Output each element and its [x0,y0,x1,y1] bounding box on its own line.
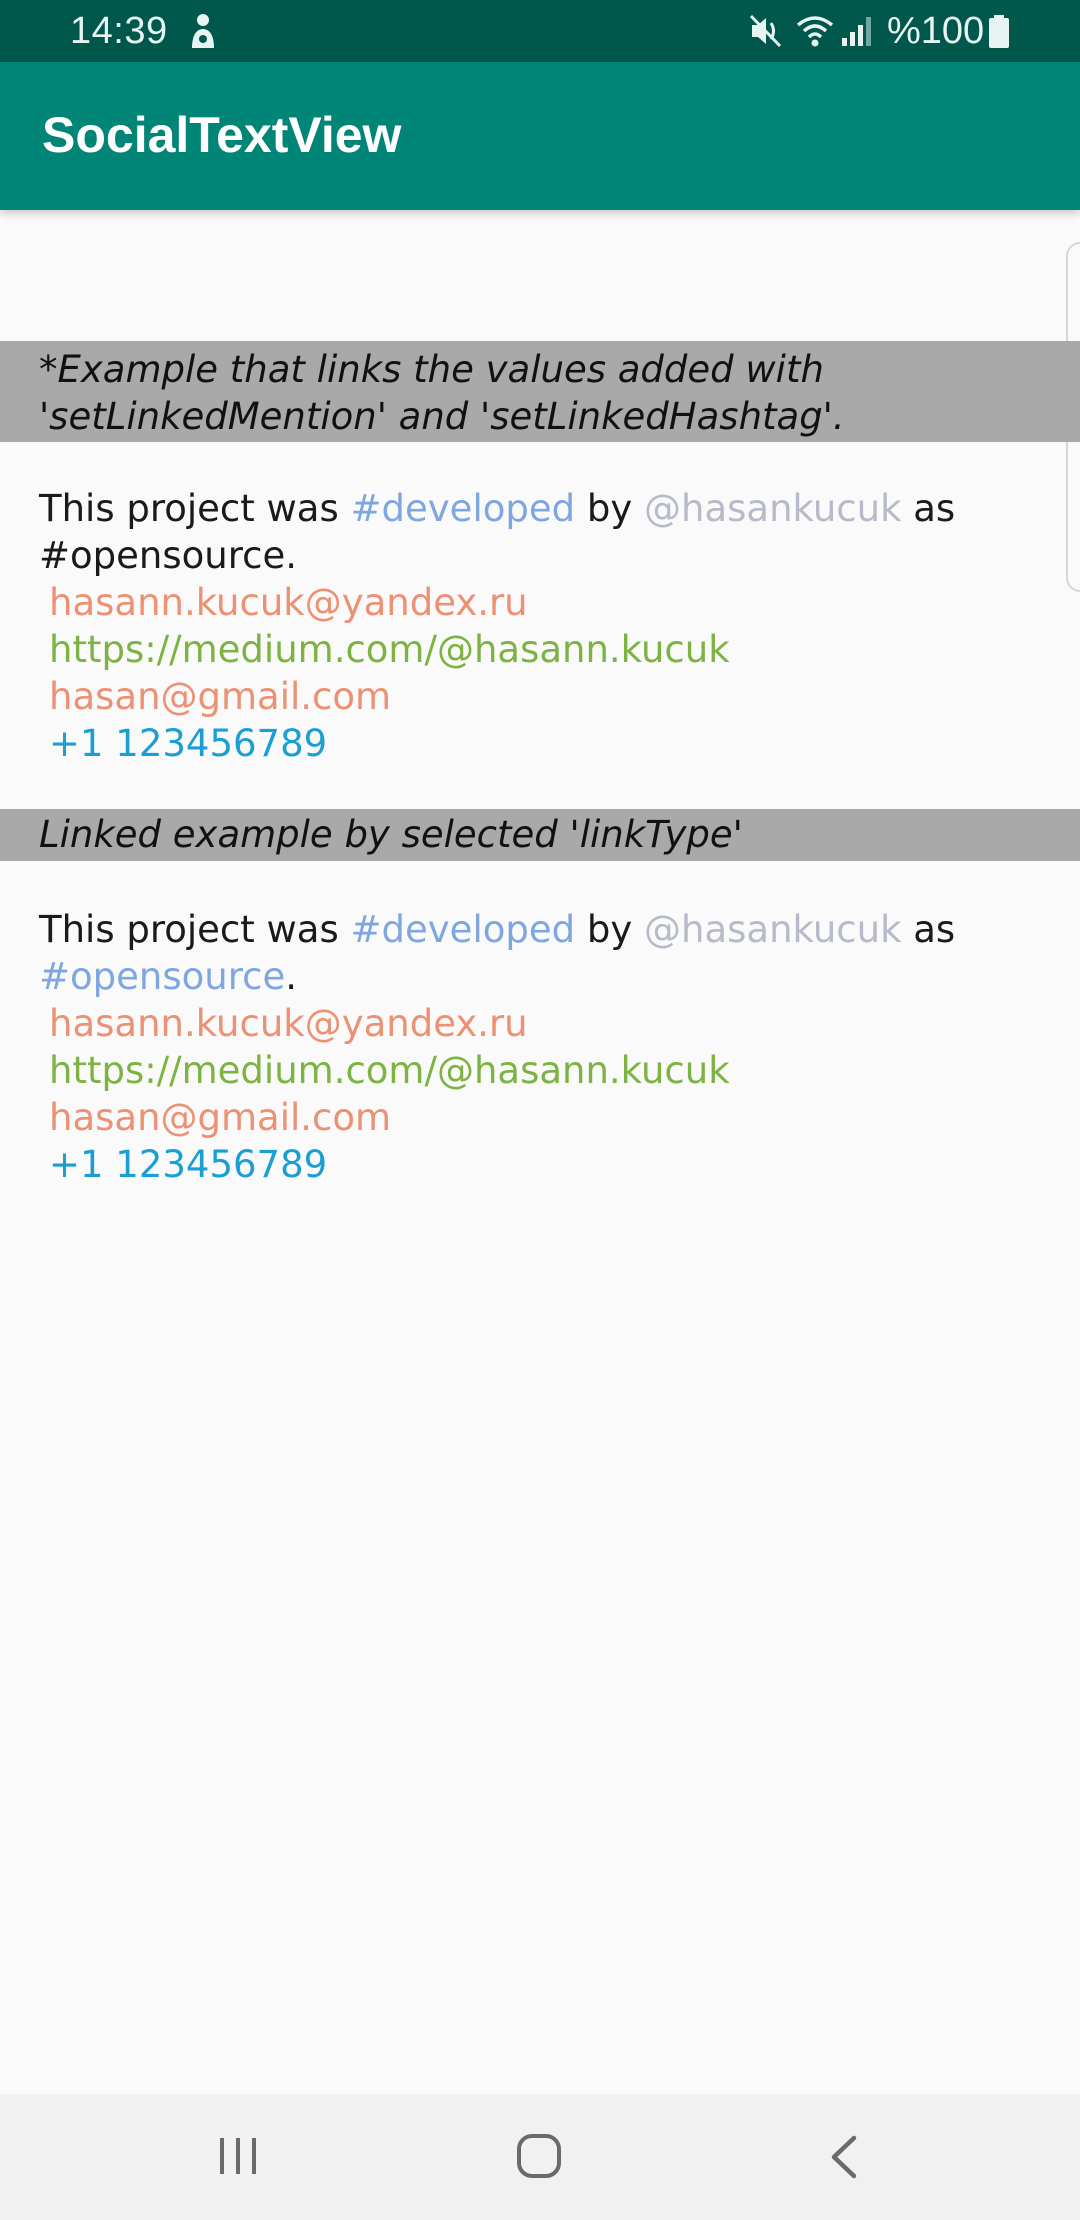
section-header-line: 'setLinkedMention' and 'setLinkedHashtag… [39,395,845,438]
person-icon [192,14,214,48]
home-icon[interactable] [515,2132,563,2180]
phone-link[interactable]: +1 123456789 [39,1141,1049,1188]
body-text: . [285,534,297,577]
main-content: *Example that links the values added wit… [0,210,1080,2094]
body-text: This project was [39,908,351,951]
phone-link[interactable]: +1 123456789 [39,720,1049,767]
section-header-link-type: Linked example by selected 'linkType' [0,809,1080,861]
status-bar: 14:39 %100 [0,0,1080,62]
navigation-bar [0,2094,1080,2220]
body-text: This project was [39,487,351,530]
battery-percent: %100 [887,10,985,52]
email-link[interactable]: hasann.kucuk@yandex.ru [39,579,1049,626]
body-text: as [901,908,956,951]
body-text: as [901,487,956,530]
email-link[interactable]: hasan@gmail.com [39,1094,1049,1141]
hashtag-link[interactable]: #developed [351,908,576,951]
signal-icon [842,17,871,46]
body-text: by [575,908,645,951]
body-text: . [285,955,297,998]
social-text-view-1: This project was #developed by @hasankuc… [39,485,1049,767]
section-header-line: Linked example by selected 'linkType' [39,813,743,856]
mention-link[interactable]: @hasankucuk [644,487,901,530]
battery-icon [989,15,1009,48]
wifi-icon [796,16,834,47]
hashtag-link[interactable]: #developed [351,487,576,530]
section-header-line: *Example that links the values added wit… [39,348,824,391]
app-title: SocialTextView [42,107,402,163]
email-link[interactable]: hasan@gmail.com [39,673,1049,720]
email-link[interactable]: hasann.kucuk@yandex.ru [39,1000,1049,1047]
section-header-linked-values: *Example that links the values added wit… [0,341,1080,442]
mute-icon [749,14,782,48]
url-link[interactable]: https://medium.com/@hasann.kucuk [39,626,1049,673]
body-text: by [575,487,645,530]
social-text-view-2: This project was #developed by @hasankuc… [39,906,1049,1188]
recents-icon[interactable] [216,2134,260,2178]
app-bar: SocialTextView [0,62,1080,210]
hashtag-link[interactable]: #opensource [39,955,285,998]
status-time: 14:39 [70,10,168,52]
mention-link[interactable]: @hasankucuk [644,908,901,951]
back-icon[interactable] [826,2134,862,2180]
hashtag-text: #opensource [39,534,286,577]
url-link[interactable]: https://medium.com/@hasann.kucuk [39,1047,1049,1094]
